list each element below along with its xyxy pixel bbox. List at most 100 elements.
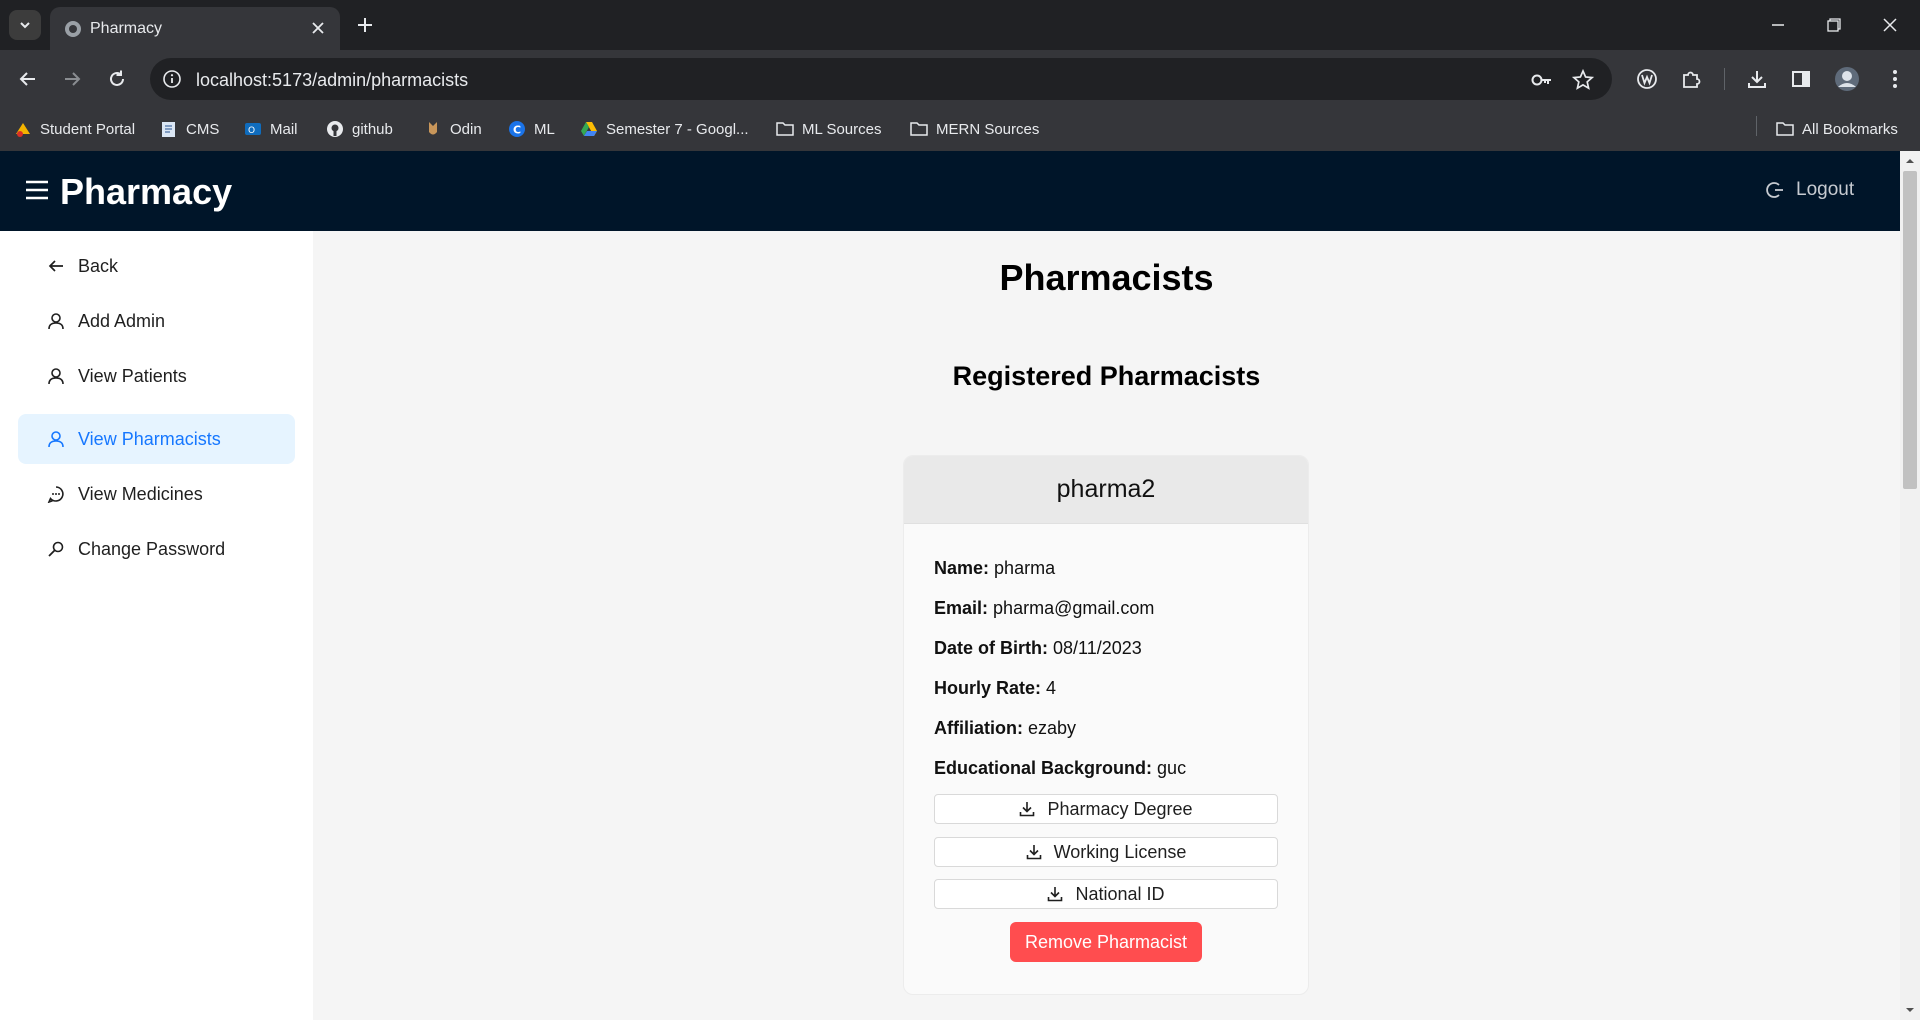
bookmark-label: Semester 7 - Googl... [606, 120, 749, 138]
password-key-icon[interactable] [1528, 67, 1554, 93]
field-affiliation: Affiliation: ezaby [934, 718, 1076, 739]
page-scrollbar[interactable] [1900, 151, 1920, 1020]
bookmark-mail[interactable]: O Mail [244, 117, 298, 141]
site-info-icon[interactable] [160, 67, 184, 91]
field-label: Affiliation: [934, 718, 1023, 738]
sidebar-item-view-medicines[interactable]: View Medicines [18, 469, 295, 519]
logout-icon [1766, 182, 1783, 198]
bookmark-ml-sources[interactable]: ML Sources [776, 117, 881, 141]
sidebar-item-label: Change Password [78, 538, 226, 559]
arrow-right-icon [65, 72, 81, 86]
all-bookmarks-button[interactable]: All Bookmarks [1776, 117, 1898, 141]
chevron-down-icon [20, 22, 30, 29]
field-name: Name: pharma [934, 558, 1055, 579]
student-portal-icon [14, 120, 32, 138]
message-icon [46, 484, 66, 504]
download-label: Working License [1053, 841, 1187, 862]
bookmark-github[interactable]: github [326, 117, 393, 141]
page-title: Pharmacists [999, 257, 1214, 298]
bookmarks-bar: Student Portal CMS O Mail github Odin C … [0, 107, 1920, 151]
browser-tab[interactable]: Pharmacy [50, 7, 340, 50]
logout-button[interactable]: Logout [1766, 179, 1854, 201]
key-icon [46, 539, 66, 559]
remove-pharmacist-button[interactable]: Remove Pharmacist [1010, 922, 1202, 962]
bookmark-star-icon[interactable] [1570, 67, 1596, 93]
field-value: ezaby [1028, 718, 1077, 738]
app-brand: Pharmacy [60, 171, 233, 212]
section-title: Registered Pharmacists [952, 361, 1261, 391]
bookmark-label: MERN Sources [936, 120, 1040, 138]
reload-icon [110, 70, 124, 86]
user-icon [46, 429, 66, 449]
outlook-icon: O [244, 120, 262, 138]
bookmark-label: Student Portal [40, 120, 136, 138]
ml-icon: C [508, 120, 526, 138]
extensions-puzzle-icon[interactable] [1676, 64, 1706, 94]
browser-toolbar: localhost:5173/admin/pharmacists [0, 50, 1920, 107]
bookmark-cms[interactable]: CMS [160, 117, 219, 141]
scroll-down-icon[interactable] [1905, 1005, 1915, 1015]
field-label: Email: [934, 598, 989, 618]
plus-icon [358, 18, 372, 32]
sidebar-item-change-password[interactable]: Change Password [18, 524, 295, 574]
restore-button[interactable] [1814, 10, 1854, 40]
download-pharmacy-degree-button[interactable]: Pharmacy Degree [934, 794, 1278, 824]
url-text[interactable]: localhost:5173/admin/pharmacists [196, 70, 468, 91]
scroll-up-icon[interactable] [1905, 156, 1915, 166]
more-menu-icon[interactable] [1880, 64, 1910, 94]
folder-icon [910, 120, 928, 138]
sidebar-item-label: View Patients [78, 365, 187, 386]
tab-title: Pharmacy [90, 20, 163, 37]
bookmark-label: CMS [186, 120, 220, 138]
close-window-button[interactable] [1870, 10, 1910, 40]
bookmarks-divider [1756, 116, 1757, 136]
menu-hamburger-icon[interactable] [24, 177, 50, 203]
download-icon [1026, 845, 1041, 860]
bookmark-mern-sources[interactable]: MERN Sources [910, 117, 1039, 141]
browser-tab-strip: Pharmacy [0, 0, 1920, 50]
field-hourly-rate: Hourly Rate: 4 [934, 678, 1056, 699]
svg-text:C: C [513, 124, 521, 137]
new-tab-button[interactable] [352, 12, 378, 38]
google-drive-icon [580, 120, 598, 138]
download-working-license-button[interactable]: Working License [934, 837, 1278, 867]
scrollbar-thumb[interactable] [1903, 171, 1917, 489]
field-value: 4 [1046, 678, 1057, 698]
reload-button[interactable] [102, 64, 132, 94]
forward-nav-button[interactable] [57, 64, 87, 94]
logout-label: Logout [1796, 179, 1855, 200]
globe-icon [65, 21, 81, 37]
minimize-button[interactable] [1758, 10, 1798, 40]
bookmark-semester7[interactable]: Semester 7 - Googl... [580, 117, 749, 141]
field-label: Name: [934, 558, 990, 578]
back-nav-button[interactable] [13, 64, 43, 94]
field-label: Educational Background: [934, 758, 1153, 778]
bookmark-label: Mail [270, 120, 298, 138]
side-panel-icon[interactable] [1786, 64, 1816, 94]
profile-avatar[interactable] [1832, 64, 1862, 94]
downloads-icon[interactable] [1742, 64, 1772, 94]
toolbar-divider [1724, 68, 1725, 90]
sidebar-item-label: Back [78, 255, 119, 276]
tab-search-button[interactable] [9, 10, 41, 40]
bookmark-label: ML [534, 120, 555, 138]
main-content: Pharmacists Registered Pharmacists pharm… [313, 231, 1900, 1020]
folder-icon [776, 120, 794, 138]
close-icon [1883, 18, 1897, 32]
wappalyzer-extension-icon[interactable] [1632, 64, 1662, 94]
sidebar-item-view-pharmacists[interactable]: View Pharmacists [18, 414, 295, 464]
bookmark-label: github [352, 120, 393, 138]
bookmark-odin[interactable]: Odin [424, 117, 482, 141]
bookmark-student-portal[interactable]: Student Portal [14, 117, 135, 141]
sidebar-item-add-admin[interactable]: Add Admin [18, 296, 295, 346]
app-header: Pharmacy Logout [0, 151, 1900, 231]
download-national-id-button[interactable]: National ID [934, 879, 1278, 909]
field-value: pharma [994, 558, 1056, 578]
close-tab-icon[interactable] [308, 18, 328, 38]
folder-icon [1776, 120, 1794, 138]
sidebar-item-back[interactable]: Back [18, 241, 295, 291]
minimize-icon [1772, 24, 1784, 26]
bookmark-ml[interactable]: C ML [508, 117, 555, 141]
address-bar[interactable]: localhost:5173/admin/pharmacists [150, 58, 1612, 100]
sidebar-item-view-patients[interactable]: View Patients [18, 351, 295, 401]
